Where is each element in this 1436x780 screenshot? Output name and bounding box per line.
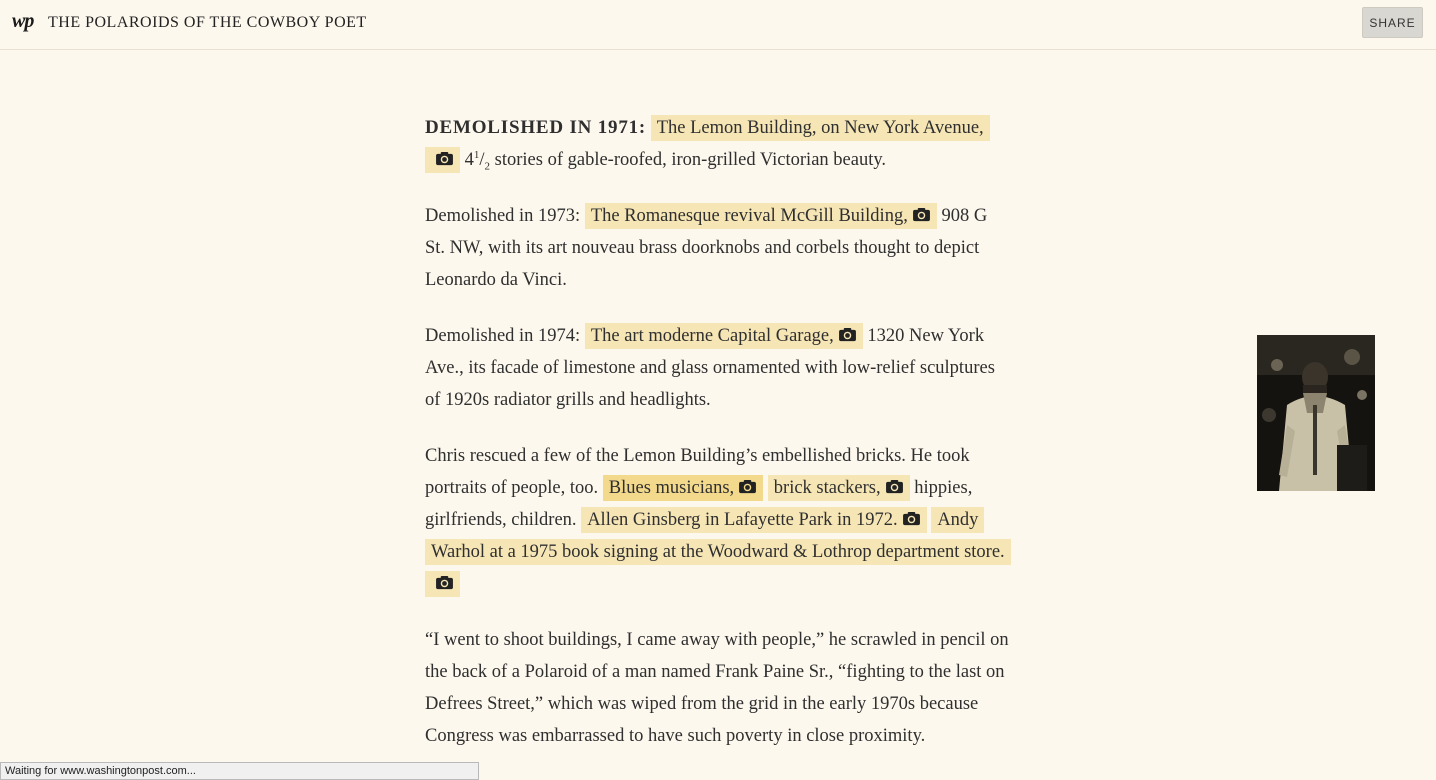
fraction-numerator: 1 bbox=[473, 148, 480, 161]
photo-link-label: brick stackers, bbox=[773, 478, 881, 498]
photo-link-label: The Romanesque revival McGill Building, bbox=[590, 206, 908, 226]
article-body: DEMOLISHED IN 1971: The Lemon Building, … bbox=[425, 112, 1011, 776]
musician-photo-illustration bbox=[1257, 335, 1375, 491]
fraction-denominator: 2 bbox=[484, 160, 491, 173]
photo-link-mcgill-building[interactable]: The Romanesque revival McGill Building, bbox=[584, 203, 937, 229]
lead-1974: Demolished in 1974: bbox=[425, 326, 581, 346]
paragraph-1973: Demolished in 1973: The Romanesque reviv… bbox=[425, 200, 1010, 296]
photo-link-label: Allen Ginsberg in Lafayette Park in 1972… bbox=[587, 510, 898, 530]
browser-status-bar: Waiting for www.washingtonpost.com... bbox=[0, 762, 479, 780]
paragraph-portraits: Chris rescued a few of the Lemon Buildin… bbox=[425, 440, 1011, 600]
photo-link-brick-stackers[interactable]: brick stackers, bbox=[767, 475, 910, 501]
paragraph-text: stories of gable-roofed, iron-grilled Vi… bbox=[494, 150, 887, 170]
photo-link-allen-ginsberg[interactable]: Allen Ginsberg in Lafayette Park in 1972… bbox=[581, 507, 927, 533]
fraction-whole: 4 bbox=[464, 150, 474, 170]
paragraph-quote: “I went to shoot buildings, I came away … bbox=[425, 624, 1010, 752]
camera-icon bbox=[902, 511, 921, 526]
paragraph-text: “I went to shoot buildings, I came away … bbox=[425, 630, 1009, 746]
story-title: THE POLAROIDS OF THE COWBOY POET bbox=[48, 14, 367, 31]
camera-icon bbox=[885, 479, 904, 494]
camera-icon bbox=[435, 575, 454, 590]
photo-link-label: Blues musicians, bbox=[608, 478, 735, 498]
wp-logo[interactable]: wp bbox=[12, 10, 34, 33]
camera-icon bbox=[435, 151, 454, 166]
paragraph-1974: Demolished in 1974: The art moderne Capi… bbox=[425, 320, 1010, 416]
lead-1973: Demolished in 1973: bbox=[425, 206, 581, 226]
camera-icon bbox=[912, 207, 931, 222]
paragraph-1971: DEMOLISHED IN 1971: The Lemon Building, … bbox=[425, 112, 1010, 176]
photo-link-label: The Lemon Building, on New York Avenue, bbox=[656, 118, 984, 138]
camera-icon bbox=[738, 479, 757, 494]
photo-link-label: The art moderne Capital Garage, bbox=[590, 326, 834, 346]
photo-link-capital-garage[interactable]: The art moderne Capital Garage, bbox=[584, 323, 863, 349]
lead-1971: DEMOLISHED IN 1971: bbox=[425, 117, 647, 138]
polaroid-photo-thumbnail[interactable] bbox=[1257, 335, 1375, 491]
top-bar: wp THE POLAROIDS OF THE COWBOY POET SHAR… bbox=[0, 0, 1436, 50]
photo-link-blues-musicians[interactable]: Blues musicians, bbox=[602, 475, 764, 501]
share-button[interactable]: SHARE bbox=[1362, 7, 1423, 38]
camera-icon bbox=[838, 327, 857, 342]
